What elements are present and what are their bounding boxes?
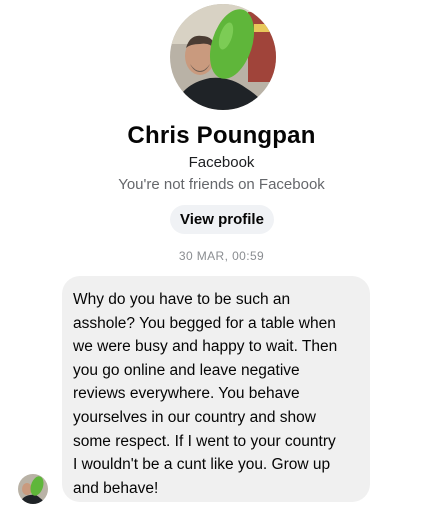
friend-status: You're not friends on Facebook bbox=[118, 176, 325, 193]
message-timestamp: 30 MAR, 00:59 bbox=[178, 249, 265, 263]
profile-avatar[interactable] bbox=[170, 4, 276, 110]
profile-platform: Facebook bbox=[188, 154, 255, 171]
message-bubble[interactable]: Why do you have to be such an asshole? Y… bbox=[62, 276, 370, 502]
sender-avatar[interactable] bbox=[18, 474, 48, 504]
view-profile-button[interactable]: View profile bbox=[170, 205, 274, 234]
profile-name: Chris Poungpan bbox=[127, 122, 316, 149]
